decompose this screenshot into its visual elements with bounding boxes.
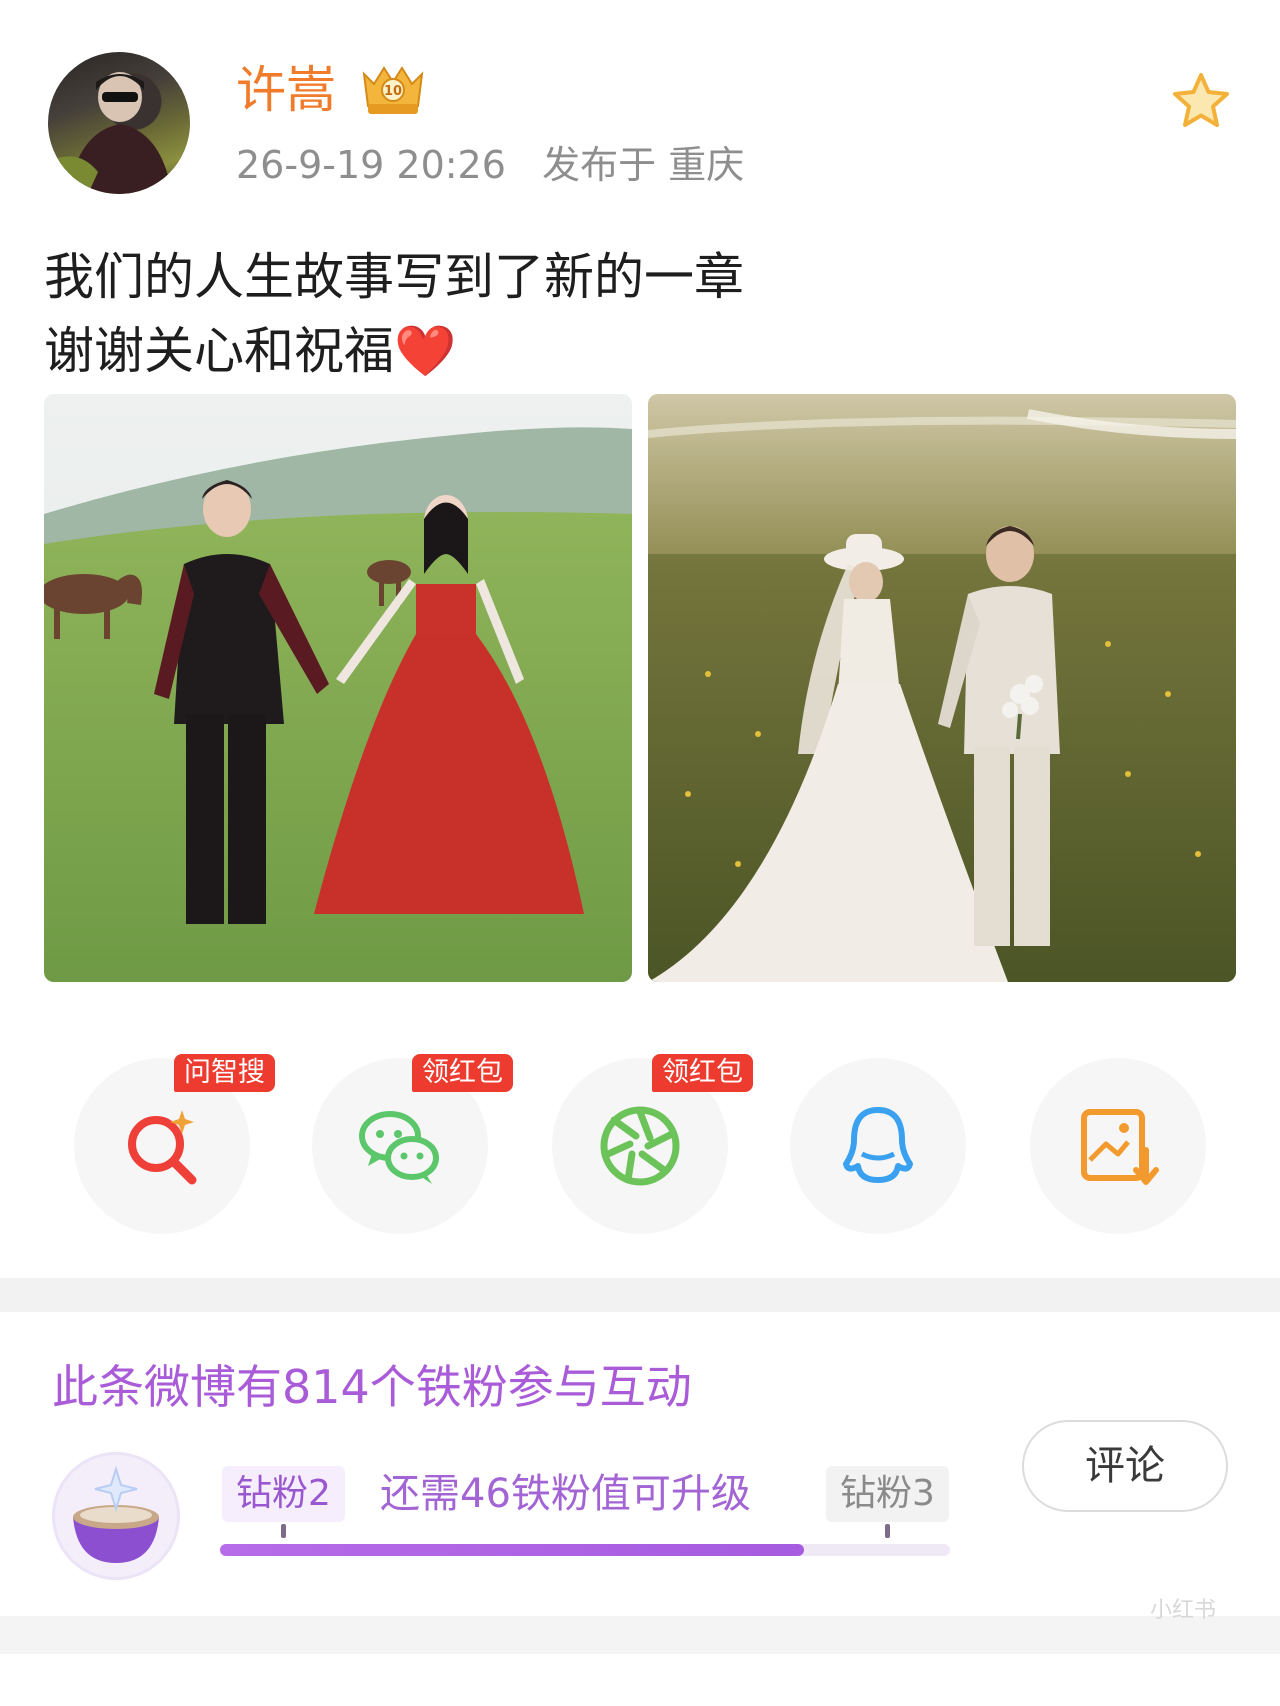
share-save-image[interactable] <box>1030 1058 1206 1234</box>
vip-badge-icon: 10 <box>358 60 428 118</box>
fan-progress-bar <box>220 1544 950 1556</box>
post-text-line-2-words: 谢谢关心和祝福 <box>44 322 394 380</box>
comment-button[interactable]: 评论 <box>1022 1420 1228 1512</box>
wechat-icon <box>358 1104 442 1188</box>
post-photo-1[interactable] <box>44 394 632 982</box>
fan-progress-fill <box>220 1544 804 1556</box>
share-wechat[interactable]: 领红包 <box>312 1054 513 1234</box>
favorite-star-icon[interactable] <box>1170 70 1232 132</box>
upgrade-hint: 还需46铁粉值可升级 <box>380 1471 751 1517</box>
bottom-divider <box>0 1616 1280 1654</box>
qq-icon <box>836 1104 920 1188</box>
svg-text:10: 10 <box>384 84 402 99</box>
progress-start-tick <box>281 1524 286 1538</box>
level-current-badge: 钻粉2 <box>222 1466 345 1522</box>
fan-level-avatar <box>52 1452 180 1580</box>
share-qq[interactable] <box>790 1058 966 1234</box>
post-photo-2[interactable] <box>648 394 1236 982</box>
moments-icon <box>598 1104 682 1188</box>
section-divider <box>0 1278 1280 1312</box>
save-image-icon <box>1076 1104 1160 1188</box>
post-text-line-2: 谢谢关心和祝福❤️ <box>44 314 744 388</box>
post-text: 我们的人生故事写到了新的一章 谢谢关心和祝福❤️ <box>44 240 744 388</box>
share-tag-wechat: 领红包 <box>412 1054 513 1092</box>
share-moments[interactable]: 领红包 <box>552 1054 753 1234</box>
iron-fans-title: 此条微博有814个铁粉参与互动 <box>52 1360 692 1414</box>
user-avatar[interactable] <box>48 52 190 194</box>
progress-end-tick <box>885 1524 890 1538</box>
level-next-badge: 钻粉3 <box>826 1466 949 1522</box>
username[interactable]: 许嵩 <box>236 58 336 122</box>
heart-emoji-icon: ❤️ <box>394 322 457 380</box>
ai-search-icon <box>120 1104 204 1188</box>
watermark: 小红书 <box>1150 1598 1217 1623</box>
share-tag-moments: 领红包 <box>652 1054 753 1092</box>
post-text-line-1: 我们的人生故事写到了新的一章 <box>44 248 744 306</box>
post-meta: 26-9-19 20:26 发布于 重庆 <box>236 143 745 187</box>
share-tag-ai-search: 问智搜 <box>174 1054 275 1092</box>
share-ai-search[interactable]: 问智搜 <box>74 1054 275 1234</box>
